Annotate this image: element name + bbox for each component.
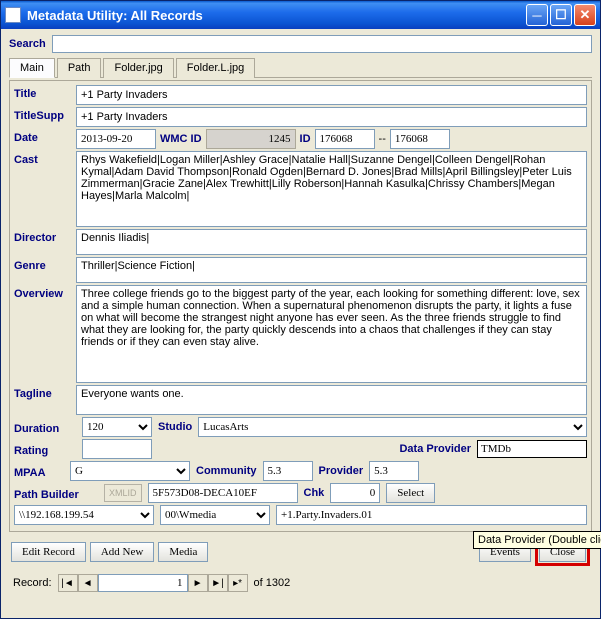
date-label: Date: [14, 129, 76, 149]
id-sep: --: [379, 133, 386, 145]
add-new-button[interactable]: Add New: [90, 542, 154, 562]
genre-label: Genre: [14, 257, 76, 283]
title-label: Title: [14, 85, 76, 105]
studio-select[interactable]: LucasArts: [198, 417, 587, 437]
duration-label: Duration: [14, 420, 76, 435]
wmcid-value: 1245: [206, 129, 296, 149]
record-of-label: of 1302: [254, 577, 291, 589]
director-input[interactable]: [76, 229, 587, 255]
community-input[interactable]: [263, 461, 313, 481]
tab-strip: Main Path Folder.jpg Folder.L.jpg: [9, 57, 592, 78]
studio-label: Studio: [158, 421, 192, 433]
id2-input[interactable]: [390, 129, 450, 149]
window-frame: Metadata Utility: All Records ─ ☐ ✕ Sear…: [0, 0, 601, 619]
media-button[interactable]: Media: [158, 542, 208, 562]
dataprovider-label: Data Provider: [399, 443, 471, 455]
rating-label: Rating: [14, 442, 76, 457]
provider-label: Provider: [319, 465, 364, 477]
tab-path[interactable]: Path: [57, 58, 102, 78]
record-label: Record:: [13, 577, 52, 589]
overview-label: Overview: [14, 285, 76, 383]
cast-label: Cast: [14, 151, 76, 227]
tagline-input[interactable]: [76, 385, 587, 415]
community-label: Community: [196, 465, 257, 477]
search-label: Search: [9, 38, 46, 50]
chk-input[interactable]: [330, 483, 380, 503]
tab-folder-jpg[interactable]: Folder.jpg: [103, 58, 173, 78]
tab-folder-l-jpg[interactable]: Folder.L.jpg: [176, 58, 255, 78]
record-navigator: Record: |◄ ◄ ► ►| ▸* of 1302: [9, 574, 592, 592]
nav-first-button[interactable]: |◄: [58, 574, 78, 592]
nav-prev-button[interactable]: ◄: [78, 574, 98, 592]
date-input[interactable]: [76, 129, 156, 149]
director-label: Director: [14, 229, 76, 255]
duration-select[interactable]: 120: [82, 417, 152, 437]
cast-input[interactable]: [76, 151, 587, 227]
nav-last-button[interactable]: ►|: [208, 574, 228, 592]
select-button[interactable]: Select: [386, 483, 435, 503]
search-input[interactable]: [52, 35, 592, 53]
window-close-button[interactable]: ✕: [574, 4, 596, 26]
rating-input[interactable]: [82, 439, 152, 459]
id-input[interactable]: [315, 129, 375, 149]
titlesupp-input[interactable]: [76, 107, 587, 127]
pb-path1-select[interactable]: \\192.168.199.54: [14, 505, 154, 525]
wmcid-label: WMC ID: [160, 133, 202, 145]
genre-input[interactable]: [76, 257, 587, 283]
minimize-button[interactable]: ─: [526, 4, 548, 26]
record-number-input[interactable]: [98, 574, 188, 592]
nav-next-button[interactable]: ►: [188, 574, 208, 592]
id-label: ID: [300, 133, 311, 145]
chk-label: Chk: [304, 487, 325, 499]
main-panel: Title TitleSupp Date WMC ID 1245 ID --: [9, 80, 592, 532]
tooltip: Data Provider (Double click to edit): [473, 531, 601, 549]
pathbuilder-label: Path Builder: [14, 486, 98, 501]
app-icon: [5, 7, 21, 23]
xmlid-button[interactable]: XMLID: [104, 484, 142, 502]
pb-path3-input[interactable]: [276, 505, 587, 525]
provider-input[interactable]: [369, 461, 419, 481]
window-title: Metadata Utility: All Records: [27, 8, 526, 23]
titlesupp-label: TitleSupp: [14, 107, 76, 127]
dataprovider-input[interactable]: [477, 440, 587, 458]
tagline-label: Tagline: [14, 385, 76, 415]
titlebar: Metadata Utility: All Records ─ ☐ ✕: [1, 1, 600, 29]
title-input[interactable]: [76, 85, 587, 105]
pb-path2-select[interactable]: 00\Wmedia: [160, 505, 270, 525]
nav-new-button[interactable]: ▸*: [228, 574, 248, 592]
edit-record-button[interactable]: Edit Record: [11, 542, 86, 562]
pb-guid-input[interactable]: [148, 483, 298, 503]
overview-input[interactable]: [76, 285, 587, 383]
maximize-button[interactable]: ☐: [550, 4, 572, 26]
mpaa-label: MPAA: [14, 464, 64, 479]
tab-main[interactable]: Main: [9, 58, 55, 78]
mpaa-select[interactable]: G: [70, 461, 190, 481]
